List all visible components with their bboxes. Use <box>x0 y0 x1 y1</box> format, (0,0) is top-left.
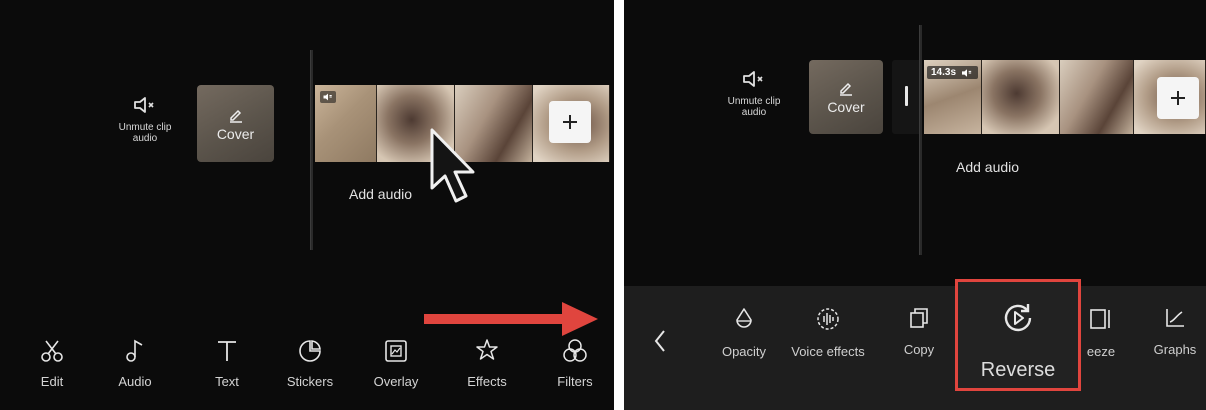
add-clip-button[interactable] <box>1157 77 1199 119</box>
tool-effects[interactable]: Effects <box>447 330 527 389</box>
tool-voice-effects[interactable]: Voice effects <box>776 306 880 359</box>
tool-copy[interactable]: Copy <box>890 306 948 357</box>
plus-icon <box>563 115 577 129</box>
tool-stickers-label: Stickers <box>286 374 334 389</box>
clip-duration: 14.3s <box>931 67 957 78</box>
cursor-arrow-icon <box>430 128 475 203</box>
tool-filters[interactable]: Filters <box>535 330 614 389</box>
voice-effects-icon <box>817 308 839 330</box>
tool-freeze[interactable]: eeze <box>1082 306 1120 359</box>
left-editor-screenshot: Unmute clip audio Cover Add audio Edit A… <box>0 0 614 410</box>
graphs-icon <box>1166 309 1184 327</box>
clip-duration-badge: 14.3s <box>927 66 979 79</box>
add-clip-button[interactable] <box>549 101 591 143</box>
unmute-label-line2: audio <box>132 133 158 144</box>
add-audio-button[interactable]: Add audio <box>349 186 412 202</box>
chevron-left-icon[interactable] <box>652 328 668 354</box>
playhead-line[interactable] <box>919 25 922 255</box>
unmute-clip-audio-button[interactable]: Unmute clip audio <box>714 68 794 118</box>
clip-audio-icon <box>320 91 336 103</box>
clip-trim-handle[interactable] <box>892 60 922 134</box>
tool-opacity[interactable]: Opacity <box>704 306 784 359</box>
tool-effects-label: Effects <box>467 374 507 389</box>
edit-toolbar: Opacity Voice effects Copy eeze Graphs <box>624 286 1206 410</box>
plus-icon <box>1171 91 1185 105</box>
tool-copy-label: Copy <box>903 342 935 357</box>
tool-edit-label: Edit <box>40 374 64 389</box>
tool-freeze-label: eeze <box>1086 344 1116 359</box>
unmute-label-line1: Unmute clip <box>727 96 781 107</box>
music-note-icon <box>126 339 143 362</box>
pencil-icon <box>229 109 242 123</box>
tool-reverse[interactable]: Reverse <box>958 300 1078 382</box>
unmute-label-line1: Unmute clip <box>118 122 172 133</box>
scissors-icon <box>41 340 63 362</box>
unmute-clip-audio-button[interactable]: Unmute clip audio <box>105 94 185 144</box>
overlay-icon <box>385 340 407 362</box>
opacity-icon <box>736 308 752 328</box>
text-icon <box>218 341 236 361</box>
bottom-toolbar: Edit Audio Text Stickers Overlay Effects… <box>0 330 614 400</box>
filters-icon <box>563 339 587 362</box>
unmute-label-line2: audio <box>741 107 767 118</box>
add-audio-button[interactable]: Add audio <box>956 159 1019 175</box>
cover-label: Cover <box>216 125 255 142</box>
mute-icon <box>134 97 154 113</box>
sticker-icon <box>299 340 321 362</box>
pencil-icon <box>840 82 852 96</box>
cover-button[interactable]: Cover <box>809 60 883 134</box>
tool-edit[interactable]: Edit <box>12 330 92 389</box>
tool-audio-label: Audio <box>118 374 152 389</box>
tool-text[interactable]: Text <box>187 330 267 389</box>
mute-icon <box>743 71 763 87</box>
tool-overlay[interactable]: Overlay <box>356 330 436 389</box>
tool-filters-label: Filters <box>557 374 593 389</box>
right-editor-screenshot: Unmute clip audio Cover 14.3s Add audio … <box>624 0 1206 410</box>
playhead-line[interactable] <box>310 50 313 250</box>
reverse-icon <box>1004 304 1032 332</box>
freeze-icon <box>1090 309 1110 329</box>
tool-voice-effects-label: Voice effects <box>791 344 865 359</box>
tool-text-label: Text <box>215 374 239 389</box>
copy-icon <box>910 308 928 328</box>
effects-icon <box>476 339 498 360</box>
tool-overlay-label: Overlay <box>373 374 419 389</box>
cover-label: Cover <box>827 99 865 115</box>
cover-button[interactable]: Cover <box>197 85 274 162</box>
tool-stickers[interactable]: Stickers <box>270 330 350 389</box>
tool-opacity-label: Opacity <box>721 344 767 359</box>
clip-audio-icon <box>962 68 972 77</box>
tool-graphs[interactable]: Graphs <box>1144 306 1206 357</box>
tool-audio[interactable]: Audio <box>95 330 175 389</box>
tool-graphs-label: Graphs <box>1153 342 1197 357</box>
tool-reverse-label: Reverse <box>980 359 1056 381</box>
